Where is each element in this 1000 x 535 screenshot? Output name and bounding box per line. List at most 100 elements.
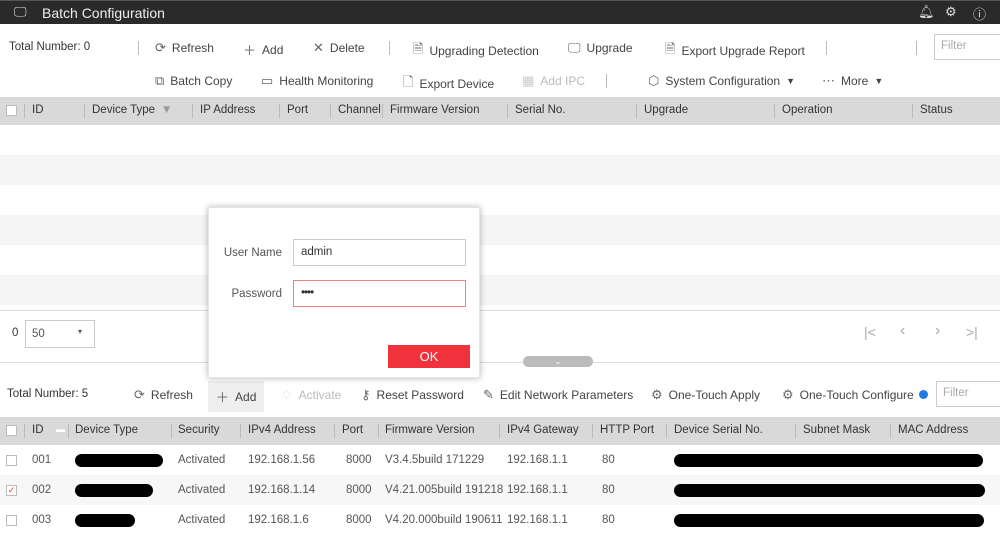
info-icon[interactable] [919, 390, 928, 399]
batch-copy-label: Batch Copy [170, 74, 233, 88]
column-id[interactable]: ID [32, 104, 44, 116]
online-device-table-header: ID ▬ Device Type Security IPv4 Address P… [0, 417, 1000, 445]
export-device-button[interactable]: 🗋 Export Device [403, 73, 494, 95]
column-ipv4-gateway[interactable]: IPv4 Gateway [507, 424, 579, 436]
column-ip-address[interactable]: IP Address [200, 104, 255, 116]
document-search-icon: 🗎 [413, 41, 424, 56]
ok-button[interactable]: OK [388, 345, 470, 368]
divider [389, 41, 390, 55]
upgrading-detection-button[interactable]: 🗎 Upgrading Detection [413, 40, 539, 62]
monitor-app-icon: 🖵 [14, 4, 27, 19]
cell-port: 8000 [346, 454, 372, 466]
first-page-icon[interactable]: |< [864, 324, 876, 340]
row-checkbox[interactable] [6, 455, 17, 466]
column-operation[interactable]: Operation [782, 104, 833, 116]
divider [138, 41, 139, 55]
gear-icon: ⚙ [651, 387, 663, 402]
upgrade-button[interactable]: 🖵 Upgrade [568, 40, 633, 56]
table-row[interactable]: 003 Activated 192.168.1.6 8000 V4.20.000… [0, 505, 1000, 535]
page-size-select[interactable]: 50 ▾ [25, 320, 95, 348]
column-mac-address[interactable]: MAC Address [898, 424, 968, 436]
activate-button[interactable]: ♢ Activate [281, 387, 341, 403]
device-table-header: ID Device Type ▼ IP Address Port Channel… [0, 97, 1000, 125]
filter-icon[interactable]: ▼ [161, 104, 172, 116]
column-device-serial-no[interactable]: Device Serial No. [674, 424, 763, 436]
select-all-checkbox[interactable] [6, 105, 17, 116]
add-button[interactable]: ＋ Add [243, 40, 283, 59]
select-all-checkbox[interactable] [6, 425, 17, 436]
sort-icon[interactable]: ▬ [56, 424, 65, 434]
column-ipv4-address[interactable]: IPv4 Address [248, 424, 316, 436]
column-security[interactable]: Security [178, 424, 220, 436]
bottom-filter-input[interactable]: Filter [936, 381, 1000, 407]
cell-ipv4-gateway: 192.168.1.1 [507, 454, 568, 466]
refresh-button[interactable]: ⟳ Refresh [155, 40, 214, 56]
cell-firmware-version: V4.20.000build 190611 [385, 514, 503, 526]
column-upgrade[interactable]: Upgrade [644, 104, 688, 116]
one-touch-apply-label: One-Touch Apply [668, 388, 761, 402]
username-input[interactable]: admin [293, 239, 466, 266]
column-status[interactable]: Status [920, 104, 953, 116]
column-channel[interactable]: Channel [338, 104, 381, 116]
bell-icon[interactable]: 🔔︎ [918, 4, 935, 20]
cell-ipv4-gateway: 192.168.1.1 [507, 484, 568, 496]
top-filter-input[interactable]: Filter [934, 34, 1000, 60]
plus-icon: ＋ [243, 43, 257, 58]
cell-ipv4-gateway: 192.168.1.1 [507, 514, 568, 526]
row-checkbox[interactable] [6, 515, 17, 526]
gear-icon[interactable]: ⚙ [945, 4, 957, 20]
redacted-device-type [75, 454, 163, 467]
table-row[interactable]: 001 Activated 192.168.1.56 8000 V3.4.5bu… [0, 445, 1000, 475]
delete-label: Delete [329, 41, 365, 55]
one-touch-apply-button[interactable]: ⚙ One-Touch Apply [651, 387, 760, 403]
redacted-serial-mac [674, 514, 984, 527]
column-subnet-mask[interactable]: Subnet Mask [803, 424, 870, 436]
add-ipc-button[interactable]: ▦ Add IPC [522, 73, 585, 89]
redacted-device-type [75, 484, 153, 497]
more-dropdown[interactable]: ⋯ More ▼ [822, 73, 883, 89]
column-device-type[interactable]: Device Type [75, 424, 138, 436]
column-id[interactable]: ID [32, 424, 44, 436]
one-touch-configure-button[interactable]: ⚙ One-Touch Configure [782, 387, 914, 403]
edit-network-parameters-button[interactable]: ✎ Edit Network Parameters [483, 387, 633, 403]
system-configuration-dropdown[interactable]: ⬡ System Configuration ▼ [648, 73, 795, 89]
total-number-devices: Total Number: 5 [7, 388, 89, 400]
column-firmware-version[interactable]: Firmware Version [385, 424, 474, 436]
column-port[interactable]: Port [342, 424, 363, 436]
bulb-icon: ♢ [281, 387, 293, 402]
cell-ipv4-address: 192.168.1.56 [248, 454, 316, 466]
row-checkbox[interactable]: ✓ [6, 485, 17, 496]
title-bar: 🖵 Batch Configuration 🔔︎ ⚙ ⓘ [0, 0, 1000, 24]
batch-copy-button[interactable]: ⧉ Batch Copy [155, 73, 232, 89]
divider [606, 74, 607, 88]
add-online-button[interactable]: ＋ Add [208, 381, 265, 412]
next-page-icon[interactable]: › [935, 322, 940, 340]
column-port[interactable]: Port [287, 104, 308, 116]
refresh-icon: ⟳ [134, 387, 145, 402]
cell-security: Activated [178, 454, 226, 466]
prev-page-icon[interactable]: ‹ [900, 322, 905, 340]
column-serial-no[interactable]: Serial No. [515, 104, 566, 116]
add-label: Add [262, 42, 284, 57]
column-device-type[interactable]: Device Type [92, 104, 155, 116]
panel-collapse-handle[interactable]: ⌄ [523, 356, 593, 367]
delete-button[interactable]: ✕ Delete [313, 40, 365, 56]
export-upgrade-report-button[interactable]: 🗎 Export Upgrade Report [665, 40, 805, 62]
column-firmware-version[interactable]: Firmware Version [390, 104, 479, 116]
table-row[interactable]: ✓ 002 Activated 192.168.1.14 8000 V4.21.… [0, 475, 1000, 505]
copy-icon: ⧉ [155, 73, 165, 88]
password-input[interactable]: •••• [293, 280, 466, 307]
edit-icon: ✎ [483, 387, 494, 402]
settings-hex-icon: ⬡ [648, 73, 660, 88]
cell-firmware-version: V4.21.005build 191218 [385, 484, 504, 496]
monitor-upgrade-icon: 🖵 [568, 40, 581, 55]
redacted-serial-mac [674, 484, 985, 497]
refresh-online-button[interactable]: ⟳ Refresh [134, 387, 193, 403]
column-http-port[interactable]: HTTP Port [600, 424, 654, 436]
cell-ipv4-address: 192.168.1.6 [248, 514, 309, 526]
last-page-icon[interactable]: >| [966, 324, 978, 340]
export-device-label: Export Device [419, 77, 495, 91]
health-monitoring-button[interactable]: ▭ Health Monitoring [261, 73, 373, 89]
reset-password-button[interactable]: ⚷ Reset Password [361, 387, 464, 403]
info-icon[interactable]: ⓘ [973, 4, 986, 23]
